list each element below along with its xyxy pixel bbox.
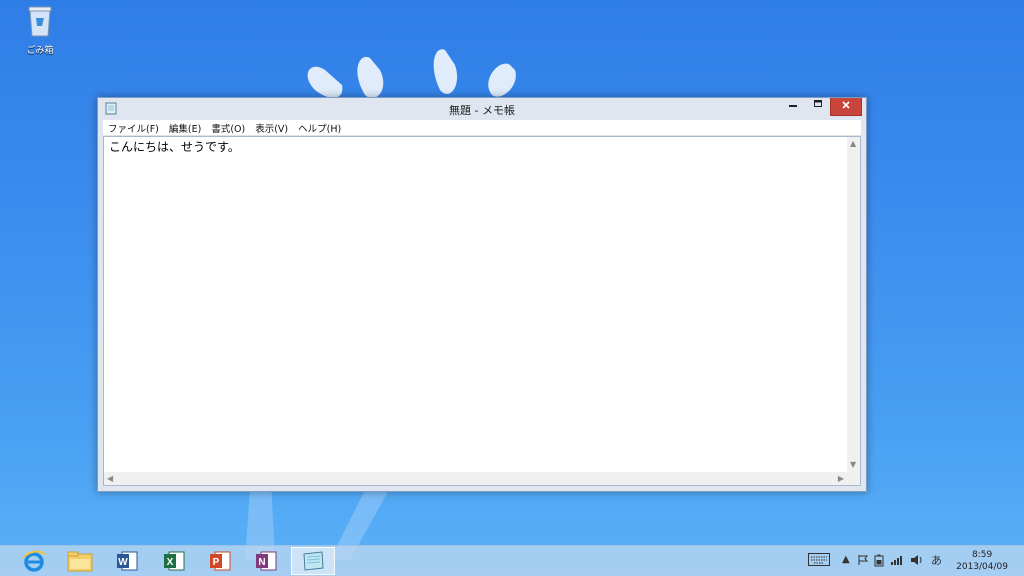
clock-time: 8:59 xyxy=(971,550,993,560)
menu-bar: ファイル(F) 編集(E) 書式(O) 表示(V) ヘルプ(H) xyxy=(103,120,861,136)
action-center-flag-icon[interactable] xyxy=(857,554,869,569)
taskbar-notepad[interactable] xyxy=(291,547,335,575)
recycle-bin-label: ごみ箱 xyxy=(26,46,54,56)
horizontal-scrollbar[interactable]: ◀ ▶ xyxy=(104,472,847,485)
show-hidden-icons-icon[interactable]: ▲ xyxy=(842,554,850,565)
clock[interactable]: 8:59 2013/04/09 xyxy=(956,549,1008,573)
taskbar: W X P N ▲ あ 8:59 2013/04/09 xyxy=(0,545,1024,576)
maximize-icon xyxy=(814,100,822,107)
ie-icon xyxy=(23,550,45,572)
taskbar-excel[interactable]: X xyxy=(152,547,196,575)
close-button[interactable] xyxy=(830,98,862,116)
folder-icon xyxy=(67,551,93,572)
battery-icon[interactable] xyxy=(874,554,884,570)
scroll-right-icon[interactable]: ▶ xyxy=(838,474,844,484)
scroll-up-icon[interactable]: ▲ xyxy=(850,139,856,149)
taskbar-word[interactable]: W xyxy=(105,547,149,575)
menu-format[interactable]: 書式(O) xyxy=(206,121,250,135)
scroll-corner xyxy=(847,472,860,485)
network-icon[interactable] xyxy=(890,554,904,569)
volume-icon[interactable] xyxy=(910,554,924,569)
powerpoint-icon: P xyxy=(210,551,231,571)
clock-date: 2013/04/09 xyxy=(956,562,1008,572)
recycle-bin[interactable]: ごみ箱 xyxy=(20,4,60,56)
notepad-window: 無題 - メモ帳 ファイル(F) 編集(E) 書式(O) 表示(V) ヘルプ(H… xyxy=(97,97,867,492)
taskbar-powerpoint[interactable]: P xyxy=(198,547,242,575)
ime-mode-indicator[interactable]: あ xyxy=(931,552,942,568)
scroll-left-icon[interactable]: ◀ xyxy=(107,474,113,484)
menu-view[interactable]: 表示(V) xyxy=(250,121,293,135)
taskbar-onenote[interactable]: N xyxy=(244,547,288,575)
maximize-button[interactable] xyxy=(806,98,830,116)
editor-text[interactable]: こんにちは、せうです。 xyxy=(109,138,240,155)
excel-icon: X xyxy=(164,551,185,571)
system-tray: ▲ あ 8:59 2013/04/09 xyxy=(800,546,1024,576)
recycle-bin-icon xyxy=(28,6,52,37)
svg-text:P: P xyxy=(213,557,220,568)
svg-text:N: N xyxy=(258,557,265,568)
menu-edit[interactable]: 編集(E) xyxy=(164,121,206,135)
onenote-icon: N xyxy=(256,551,277,571)
menu-help[interactable]: ヘルプ(H) xyxy=(293,121,346,135)
svg-text:W: W xyxy=(118,557,128,568)
title-bar[interactable]: 無題 - メモ帳 xyxy=(98,98,866,120)
svg-text:X: X xyxy=(167,557,174,568)
menu-file[interactable]: ファイル(F) xyxy=(103,121,164,135)
notepad-icon xyxy=(303,551,324,571)
desktop: ごみ箱 無題 - メモ帳 ファイル(F) 編集(E) 書式(O) 表示(V) ヘ… xyxy=(0,0,1024,576)
minimize-button[interactable] xyxy=(780,98,806,116)
window-title: 無題 - メモ帳 xyxy=(449,104,515,117)
word-icon: W xyxy=(117,551,138,571)
taskbar-internet-explorer[interactable] xyxy=(12,547,56,575)
taskbar-file-explorer[interactable] xyxy=(58,547,102,575)
scroll-down-icon[interactable]: ▼ xyxy=(850,460,856,470)
keyboard-icon[interactable] xyxy=(808,553,830,569)
vertical-scrollbar[interactable]: ▲ ▼ xyxy=(847,137,860,472)
text-editor[interactable]: こんにちは、せうです。 ▲ ▼ ◀ ▶ xyxy=(103,136,861,486)
minimize-icon xyxy=(789,105,797,107)
close-icon xyxy=(842,101,850,109)
